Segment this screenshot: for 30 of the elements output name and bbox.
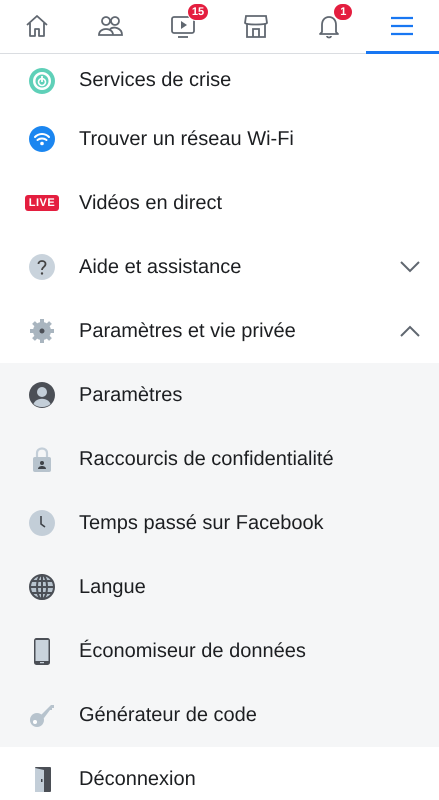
menu-item[interactable]: Générateur de code [0, 683, 439, 747]
menu-label: Temps passé sur Facebook [79, 512, 325, 534]
clock-icon [28, 509, 56, 537]
wifi-icon [28, 125, 56, 153]
person-icon [28, 381, 56, 409]
question-icon [28, 253, 56, 281]
menu-item[interactable]: Raccourcis de confidentialité [0, 427, 439, 491]
menu-label: Services de crise [79, 69, 232, 92]
menu-item[interactable]: Paramètres [0, 363, 439, 427]
menu-label: Vidéos en direct [79, 192, 224, 214]
power-icon [28, 66, 56, 94]
menu-label: Paramètres [79, 384, 184, 406]
menu-label: Aide et assistance [79, 256, 242, 278]
count-badge: 1 [333, 3, 354, 21]
menu-label: Raccourcis de confidentialité [79, 448, 335, 470]
nav-tab[interactable]: 1 [292, 0, 366, 54]
menu-label: Paramètres et vie privée [79, 320, 297, 342]
menu-label: Trouver un réseau Wi-Fi [79, 128, 295, 150]
menu-item[interactable]: Économiseur de données [0, 619, 439, 683]
menu-label: Économiseur de données [79, 640, 307, 662]
nav-tab[interactable]: 15 [146, 0, 220, 54]
gear-icon [28, 317, 56, 345]
menu-label: Générateur de code [79, 704, 258, 726]
menu-label: Déconnexion [79, 768, 197, 790]
menu-item[interactable]: Langue [0, 555, 439, 619]
count-badge: 15 [186, 3, 210, 21]
live-badge: LIVE [24, 195, 60, 211]
menu-item[interactable]: Temps passé sur Facebook [0, 491, 439, 555]
globe-icon [28, 573, 56, 601]
menu-label: Langue [79, 576, 147, 598]
